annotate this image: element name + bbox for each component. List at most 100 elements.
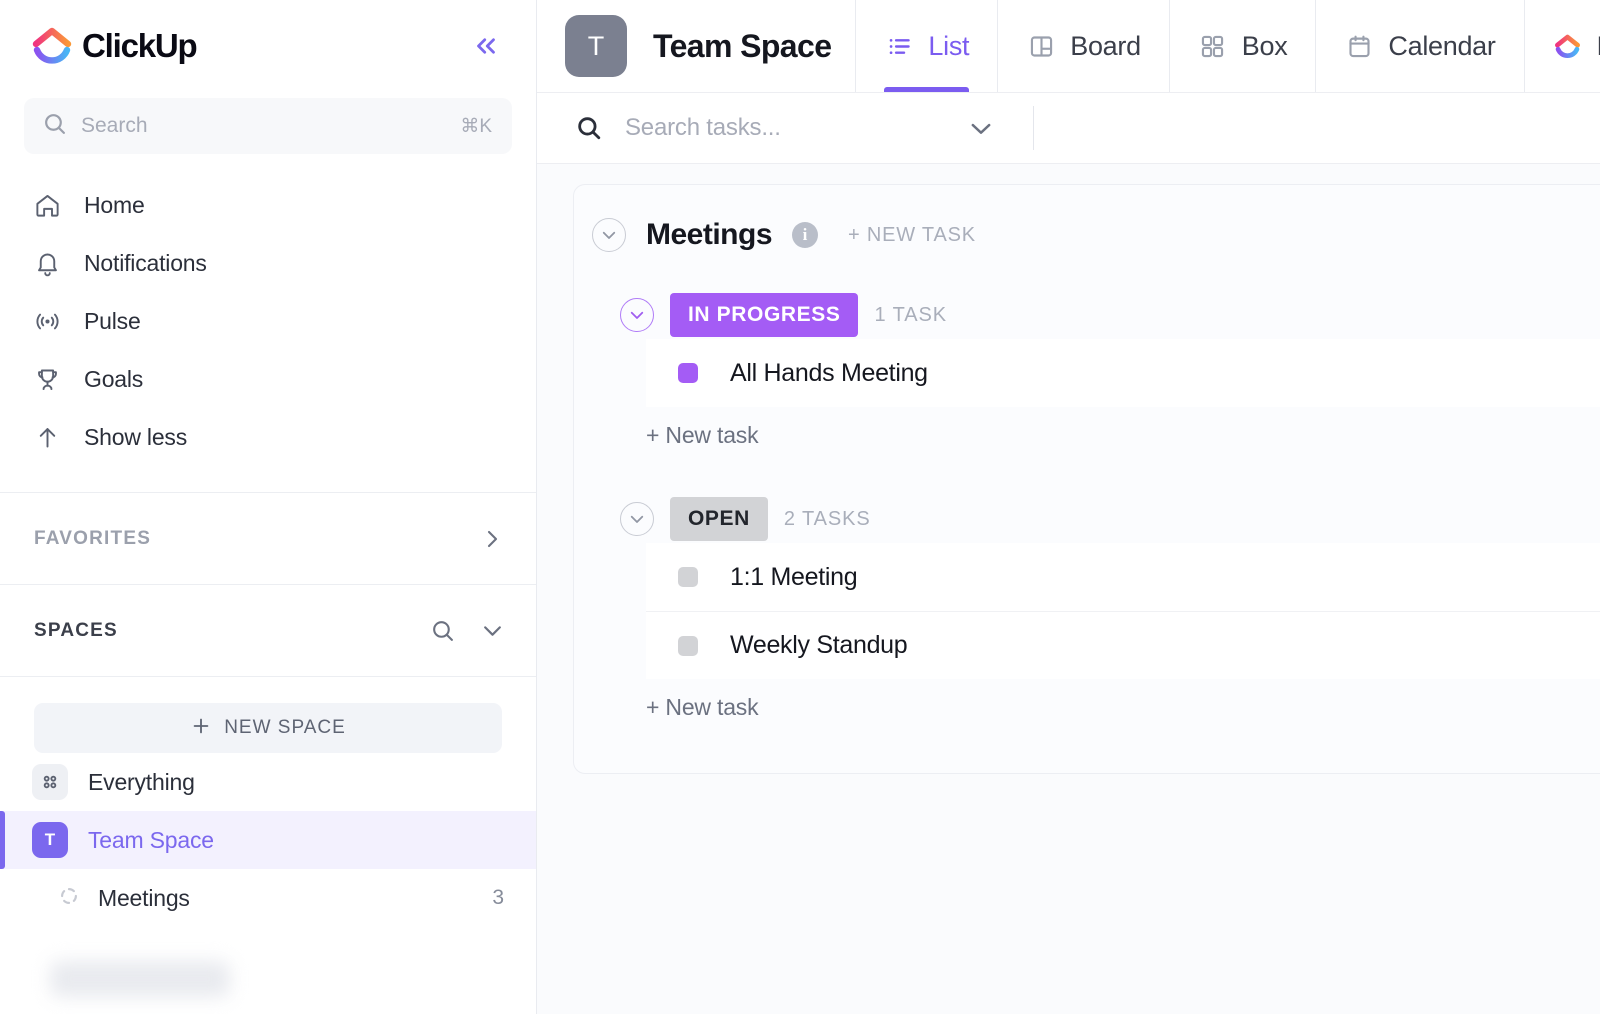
tab-calendar[interactable]: Calendar (1315, 0, 1523, 92)
new-space-button[interactable]: NEW SPACE (34, 703, 502, 753)
task-list: All Hands Meeting (646, 339, 1600, 407)
primary-nav: Home Notifications Pulse (0, 154, 536, 466)
tab-label: Box (1242, 31, 1288, 62)
sidebar-item-label: Show less (84, 424, 187, 451)
list-task-count: 3 (492, 886, 504, 910)
sidebar-item-label: Pulse (84, 308, 141, 335)
spaces-list: NEW SPACE Everything T Team Space (0, 677, 536, 997)
search-placeholder: Search (81, 114, 446, 138)
status-dot-icon[interactable] (678, 636, 698, 656)
space-label: Everything (88, 769, 195, 796)
task-name: 1:1 Meeting (730, 563, 857, 592)
status-badge[interactable]: OPEN (670, 497, 768, 541)
board-icon (1026, 31, 1056, 61)
page-title: Team Space (653, 28, 831, 65)
bell-icon (32, 248, 62, 278)
sidebar: ClickUp Search ⌘K (0, 0, 537, 1014)
tab-list[interactable]: List (855, 0, 997, 92)
clickup-logo-icon (1553, 31, 1583, 61)
new-task-button[interactable]: + NEW TASK (848, 224, 976, 247)
info-icon[interactable]: i (792, 222, 818, 248)
task-search-bar: Search tasks... (537, 92, 1600, 164)
search-icon (42, 111, 67, 141)
group-task-count: 2 TASKS (784, 508, 871, 531)
chevron-right-icon[interactable] (478, 525, 506, 553)
status-dot-icon[interactable] (678, 567, 698, 587)
chevron-down-icon[interactable] (478, 617, 506, 645)
spaces-title: SPACES (34, 620, 118, 642)
tab-label: Calendar (1388, 31, 1495, 62)
view-tabs: List Board (855, 0, 1600, 92)
chevron-down-circle-icon[interactable] (620, 502, 654, 536)
new-space-label: NEW SPACE (224, 717, 346, 739)
task-search-input[interactable]: Search tasks... (625, 114, 781, 142)
plus-icon (190, 715, 212, 742)
sidebar-header: ClickUp (0, 0, 536, 92)
search-shortcut: ⌘K (460, 115, 492, 138)
tab-box[interactable]: Box (1169, 0, 1316, 92)
toolbar-divider (1033, 106, 1034, 150)
add-task-button[interactable]: + New task (574, 407, 1600, 463)
sidebar-item-team-space[interactable]: T Team Space (0, 811, 536, 869)
box-icon (1198, 31, 1228, 61)
sidebar-item-notifications[interactable]: Notifications (0, 234, 536, 292)
sidebar-item-pulse[interactable]: Pulse (0, 292, 536, 350)
sidebar-item-goals[interactable]: Goals (0, 350, 536, 408)
calendar-icon (1344, 31, 1374, 61)
task-name: All Hands Meeting (730, 359, 928, 388)
list-status-icon (58, 885, 80, 912)
list-label: Meetings (98, 885, 190, 912)
tab-label: List (928, 31, 969, 62)
tab-board[interactable]: Board (997, 0, 1169, 92)
grid-icon (32, 764, 68, 800)
main-area: T Team Space List (537, 0, 1600, 1014)
sidebar-item-home[interactable]: Home (0, 176, 536, 234)
sidebar-item-label: Home (84, 192, 145, 219)
chevrons-left-icon[interactable] (466, 26, 506, 66)
search-icon (575, 114, 603, 142)
view-header: T Team Space List (537, 0, 1600, 92)
trophy-icon (32, 364, 62, 394)
table-row[interactable]: Weekly Standup (646, 611, 1600, 679)
table-row[interactable]: 1:1 Meeting (646, 543, 1600, 611)
status-badge[interactable]: IN PROGRESS (670, 293, 858, 337)
status-group-in-progress: IN PROGRESS 1 TASK All Hands Meeting + N… (574, 291, 1600, 463)
list-title: Meetings (646, 218, 772, 252)
task-name: Weekly Standup (730, 631, 907, 660)
list-view-content: Meetings i + NEW TASK IN PROGRESS 1 TASK (537, 164, 1600, 1014)
app-root: ClickUp Search ⌘K (0, 0, 1600, 1014)
chevron-down-circle-icon[interactable] (592, 218, 626, 252)
favorites-title: FAVORITES (34, 528, 151, 550)
space-avatar: T (32, 822, 68, 858)
sidebar-item-meetings[interactable]: Meetings 3 (0, 869, 536, 927)
table-row[interactable]: All Hands Meeting (646, 339, 1600, 407)
status-dot-icon[interactable] (678, 363, 698, 383)
chevron-down-icon[interactable] (967, 114, 995, 142)
list-header: Meetings i + NEW TASK (574, 185, 1600, 259)
group-task-count: 1 TASK (874, 304, 946, 327)
brand-logo[interactable]: ClickUp (32, 26, 196, 66)
sidebar-item-show-less[interactable]: Show less (0, 408, 536, 466)
sidebar-item-everything[interactable]: Everything (0, 753, 536, 811)
avatar: T (565, 15, 627, 77)
favorites-section-header[interactable]: FAVORITES (0, 493, 536, 585)
spaces-section-header: SPACES (0, 585, 536, 677)
search-input[interactable]: Search ⌘K (24, 98, 512, 154)
search-icon[interactable] (428, 617, 456, 645)
tab-embed[interactable]: Embed (1524, 0, 1600, 92)
brand-name: ClickUp (82, 27, 196, 65)
chevron-down-circle-icon[interactable] (620, 298, 654, 332)
add-task-button[interactable]: + New task (574, 679, 1600, 735)
sidebar-item-label: Notifications (84, 250, 207, 277)
list-card: Meetings i + NEW TASK IN PROGRESS 1 TASK (573, 184, 1600, 774)
task-list: 1:1 Meeting Weekly Standup (646, 543, 1600, 679)
clickup-logo-icon (32, 26, 72, 66)
loading-skeleton (50, 961, 230, 997)
group-header: OPEN 2 TASKS (574, 495, 1600, 543)
space-label: Team Space (88, 827, 214, 854)
tab-label: Embed (1597, 31, 1600, 62)
group-header: IN PROGRESS 1 TASK (574, 291, 1600, 339)
list-icon (884, 31, 914, 61)
tab-label: Board (1070, 31, 1141, 62)
sidebar-item-label: Goals (84, 366, 143, 393)
